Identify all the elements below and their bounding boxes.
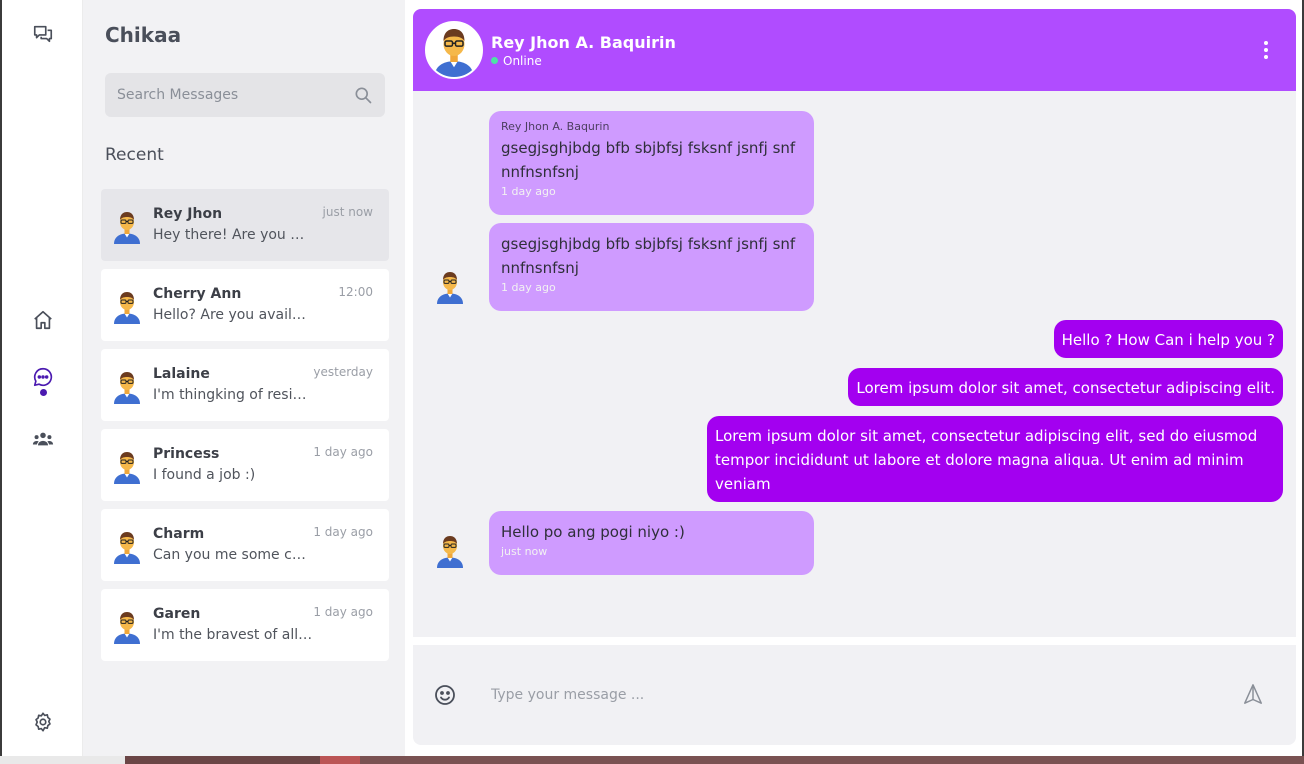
contact-name: Cherry Ann (153, 286, 242, 302)
avatar-illustration (114, 612, 140, 644)
message-text: gsegjsghjbdg bfb sbjbfsj fsksnf jsnfj sn… (501, 235, 796, 277)
nav-rail (2, 0, 83, 756)
message-text: Lorem ipsum dolor sit amet, consectetur … (715, 427, 1258, 493)
contact-time: 1 day ago (313, 525, 373, 539)
contact-last-message: Can you me some chocolates? (153, 547, 313, 563)
people-icon[interactable] (30, 426, 56, 452)
contact-time: 1 day ago (313, 605, 373, 619)
app-brand: Chikaa (105, 23, 182, 47)
search-input[interactable] (117, 73, 347, 117)
contact-last-message: Hey there! Are you finish creating the c… (153, 227, 313, 243)
contact-item[interactable]: Garen 1 day agoI'm the bravest of all kin… (101, 589, 389, 661)
contact-name: Charm (153, 526, 205, 542)
home-icon[interactable] (30, 307, 56, 333)
online-dot (491, 57, 498, 64)
chat-header: Rey Jhon A. Baquirin Online (413, 9, 1296, 91)
message-text: Hello po ang pogi niyo :) (501, 523, 685, 541)
message-timestamp: 1 day ago (501, 185, 556, 198)
contact-name: Princess (153, 446, 220, 462)
chat-bubbles-icon[interactable] (30, 21, 56, 47)
contact-item[interactable]: Lalaine yesterdayI'm thingking of resigni… (101, 349, 389, 421)
message-text: Hello ? How Can i help you ? (1061, 331, 1275, 349)
kebab-menu-icon[interactable] (1260, 39, 1272, 63)
message-timestamp: just now (501, 545, 548, 558)
avatar-illustration (114, 372, 140, 404)
contact-time: yesterday (313, 365, 373, 379)
avatar (111, 448, 143, 484)
avatar-illustration (114, 452, 140, 484)
avatar-illustration (430, 23, 478, 77)
contact-item[interactable]: Charm 1 day agoCan you me some chocolates… (101, 509, 389, 581)
contact-item[interactable]: Cherry Ann 12:00 Hello? Are you available … (101, 269, 389, 341)
desktop-background (0, 756, 1304, 764)
message-bubble-incoming[interactable]: gsegjsghjbdg bfb sbjbfsj fsksnf jsnfj sn… (489, 223, 814, 311)
contact-last-message: I'm the bravest of all kind (153, 627, 313, 643)
avatar (111, 368, 143, 404)
message-input[interactable] (491, 675, 1191, 715)
message-text: Lorem ipsum dolor sit amet, consectetur … (856, 379, 1275, 397)
contact-item[interactable]: Princess 1 day ago I found a job :) (101, 429, 389, 501)
send-icon[interactable] (1242, 683, 1264, 709)
message-timestamp: 1 day ago (501, 281, 556, 294)
emoji-icon[interactable] (433, 683, 457, 711)
avatar-illustration (114, 212, 140, 244)
avatar-illustration (114, 532, 140, 564)
message-sender: Rey Jhon A. Baqurin (501, 120, 610, 133)
avatar-illustration (114, 292, 140, 324)
message-bubble-outgoing[interactable]: Lorem ipsum dolor sit amet, consectetur … (707, 416, 1283, 502)
chat-icon[interactable] (30, 364, 56, 390)
message-bubble-outgoing[interactable]: Hello ? How Can i help you ? (1053, 320, 1283, 358)
message-bubble-incoming[interactable]: Hello po ang pogi niyo :) just now (489, 511, 814, 575)
message-text: gsegjsghjbdg bfb sbjbfsj fsksnf jsnfj sn… (501, 139, 796, 181)
avatar (111, 288, 143, 324)
message-composer (413, 645, 1296, 745)
avatar (111, 608, 143, 644)
avatar-illustration (437, 536, 463, 568)
avatar (434, 532, 466, 568)
message-bubble-incoming[interactable]: Rey Jhon A. Baqurin gsegjsghjbdg bfb sbj… (489, 111, 814, 215)
contact-item[interactable]: Rey Jhon just now Hey there! Are you finis… (101, 189, 389, 261)
avatar (111, 528, 143, 564)
contact-time: 1 day ago (313, 445, 373, 459)
chat-contact-name: Rey Jhon A. Baquirin (491, 33, 676, 52)
recent-heading: Recent (105, 145, 164, 165)
avatar (434, 268, 466, 304)
avatar (111, 208, 143, 244)
avatar-illustration (437, 272, 463, 304)
message-bubble-outgoing[interactable]: Lorem ipsum dolor sit amet, consectetur … (848, 368, 1283, 406)
status-text: Online (503, 54, 542, 68)
online-status: Online (491, 54, 542, 68)
contact-name: Lalaine (153, 366, 210, 382)
avatar[interactable] (425, 21, 483, 79)
contact-last-message: Hello? Are you available tonight? (153, 307, 313, 323)
conversations-sidebar: Chikaa Recent Rey Jhon just now Hey there!… (83, 0, 405, 756)
search-box (105, 73, 385, 117)
app-window: Chikaa Recent Rey Jhon just now Hey there!… (0, 0, 1304, 758)
contact-last-message: I'm thingking of resigning (153, 387, 313, 403)
active-indicator (40, 389, 47, 396)
contact-name: Garen (153, 606, 201, 622)
contact-last-message: I found a job :) (153, 467, 256, 483)
search-icon[interactable] (353, 85, 373, 109)
contact-name: Rey Jhon (153, 206, 223, 222)
gear-icon[interactable] (30, 709, 56, 735)
contact-time: 12:00 (338, 285, 373, 299)
message-list: Rey Jhon A. Baqurin gsegjsghjbdg bfb sbj… (413, 91, 1296, 637)
contact-time: just now (322, 205, 373, 219)
